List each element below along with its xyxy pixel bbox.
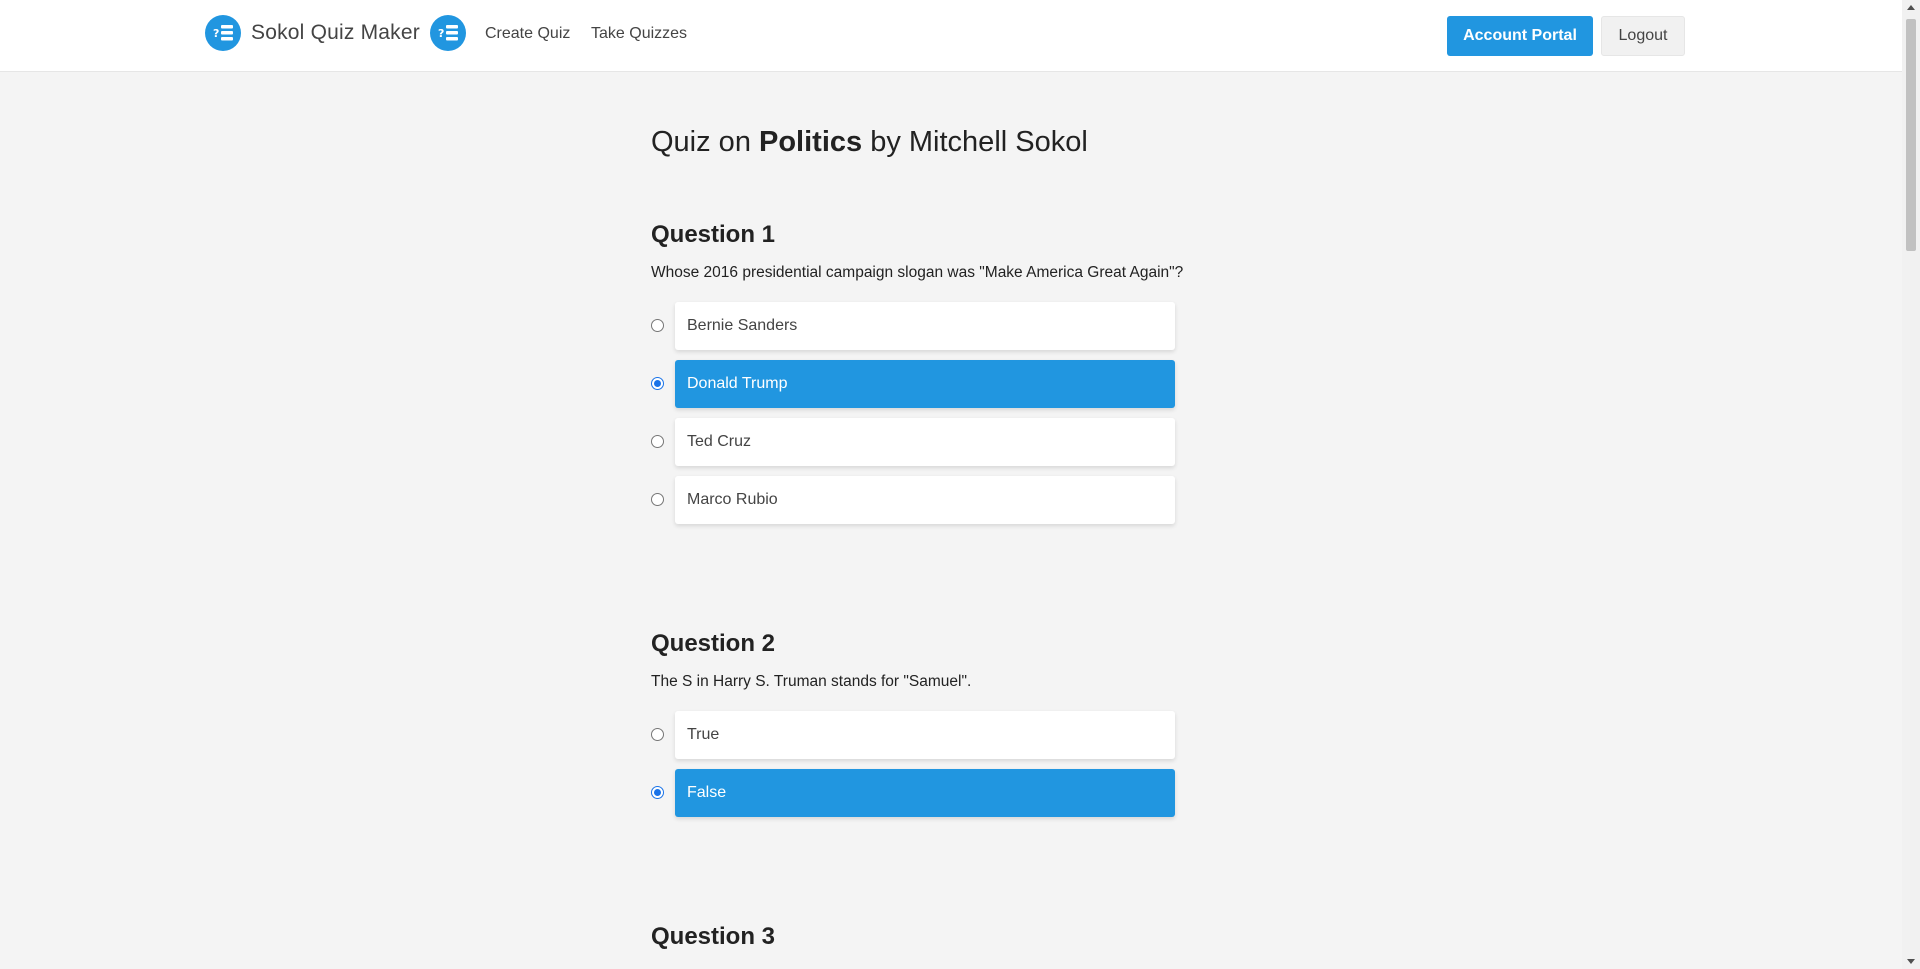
svg-text:?: ? <box>213 27 219 40</box>
scroll-down-icon[interactable] <box>1907 959 1915 964</box>
answer-option[interactable]: Bernie Sanders <box>651 302 1175 350</box>
question-heading: Question 3 <box>651 923 776 950</box>
option-label[interactable]: Marco Rubio <box>675 476 1175 524</box>
radio-button-checked[interactable] <box>651 786 664 799</box>
radio-button-checked[interactable] <box>651 377 664 390</box>
option-label[interactable]: Ted Cruz <box>675 418 1175 466</box>
answer-option[interactable]: True <box>651 711 1175 759</box>
radio-button[interactable] <box>651 728 664 741</box>
scroll-up-icon[interactable] <box>1907 5 1915 10</box>
nav-create-quiz[interactable]: Create Quiz <box>485 25 570 43</box>
option-label[interactable]: False <box>675 769 1175 817</box>
answer-option[interactable]: Marco Rubio <box>651 476 1175 524</box>
brand[interactable]: ? Sokol Quiz Maker ? <box>205 14 466 52</box>
quiz-topic: Politics <box>759 126 863 158</box>
logout-button[interactable]: Logout <box>1601 16 1685 56</box>
quiz-list-icon: ? <box>205 15 241 51</box>
svg-text:?: ? <box>438 27 444 40</box>
radio-button[interactable] <box>651 435 664 448</box>
option-label[interactable]: Donald Trump <box>675 360 1175 408</box>
option-label[interactable]: True <box>675 711 1175 759</box>
answer-option-selected[interactable]: False <box>651 769 1175 817</box>
scrollbar-thumb[interactable] <box>1906 19 1916 251</box>
answer-option-selected[interactable]: Donald Trump <box>651 360 1175 408</box>
answer-option[interactable]: Ted Cruz <box>651 418 1175 466</box>
quiz-title: Quiz on Politics by Mitchell Sokol <box>651 126 1088 159</box>
quiz-title-suffix: by Mitchell Sokol <box>862 126 1088 158</box>
radio-button[interactable] <box>651 319 664 332</box>
question-heading: Question 1 <box>651 221 776 248</box>
question-text: Whose 2016 presidential campaign slogan … <box>651 264 1184 281</box>
brand-title: Sokol Quiz Maker <box>251 21 420 44</box>
account-portal-button[interactable]: Account Portal <box>1447 16 1593 56</box>
radio-button[interactable] <box>651 493 664 506</box>
quiz-title-prefix: Quiz on <box>651 126 759 158</box>
nav-take-quizzes[interactable]: Take Quizzes <box>591 25 687 43</box>
quiz-list-icon: ? <box>429 15 466 51</box>
question-text: The S in Harry S. Truman stands for "Sam… <box>651 673 972 690</box>
top-navbar: ? Sokol Quiz Maker ? Create Quiz Take Qu… <box>0 0 1902 72</box>
option-label[interactable]: Bernie Sanders <box>675 302 1175 350</box>
vertical-scrollbar[interactable] <box>1902 0 1920 969</box>
question-heading: Question 2 <box>651 630 776 657</box>
